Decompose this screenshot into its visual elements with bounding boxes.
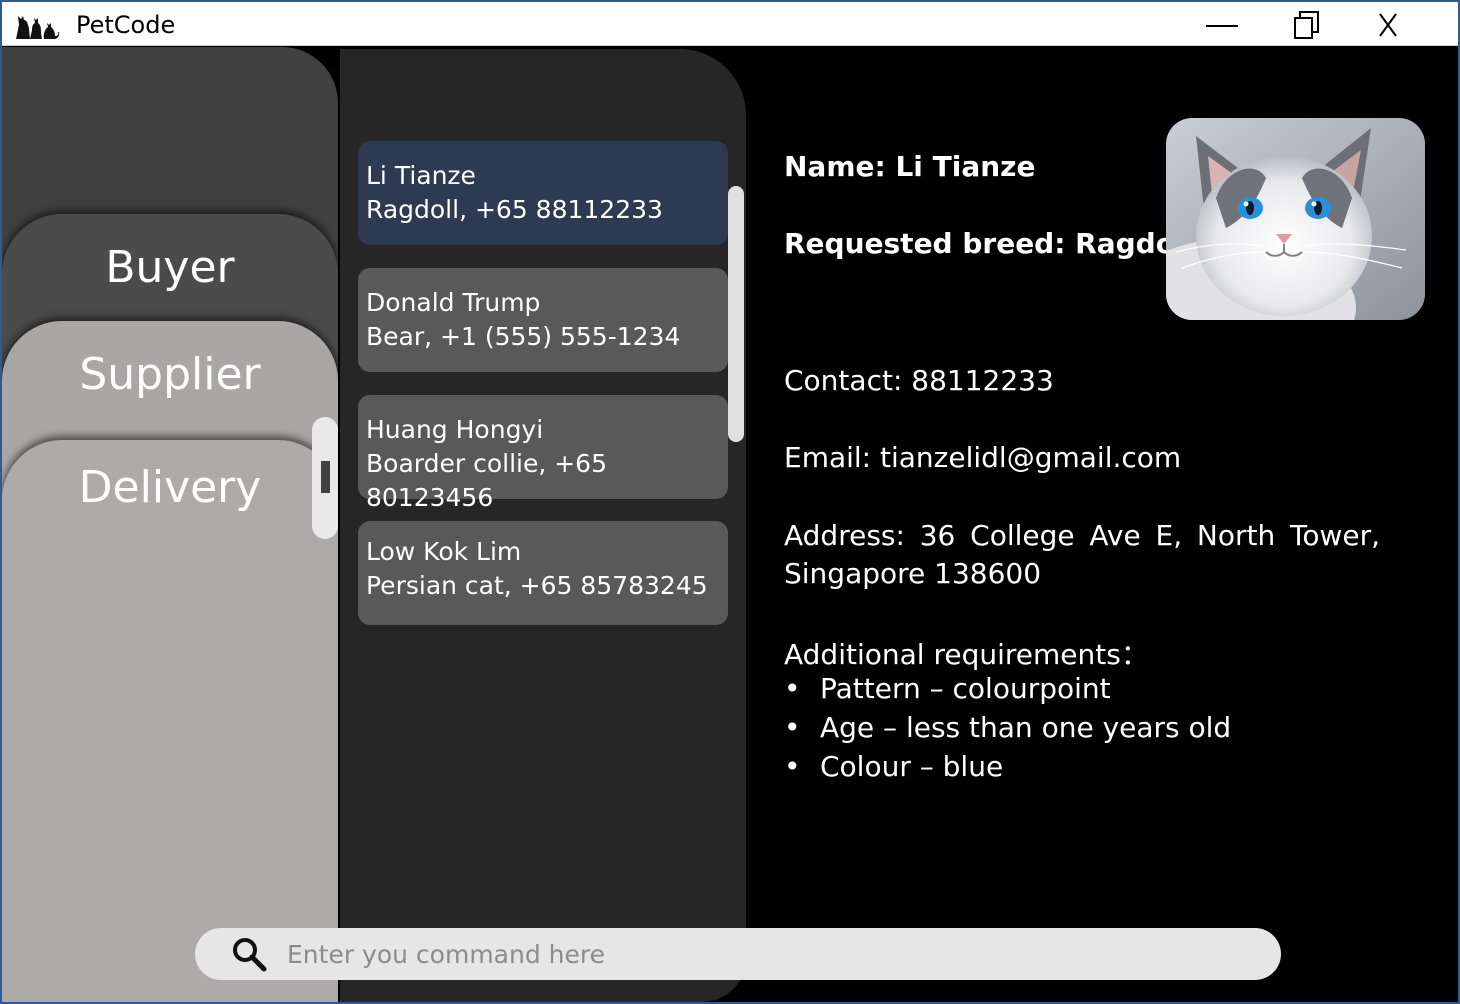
detail-breed: Requested breed: Ragdoll [784,227,1195,260]
list-item[interactable]: Li Tianze Ragdoll, +65 88112233 [358,141,728,245]
pet-logo-icon [16,16,60,39]
list-panel: Li Tianze Ragdoll, +65 88112233 Donald T… [340,49,746,1002]
close-button[interactable] [1358,6,1418,42]
close-icon [1379,13,1397,37]
title-bar: PetCode [2,2,1458,46]
restore-icon [1294,11,1319,39]
tab-delivery[interactable]: Delivery [2,440,338,1002]
list-item-detail: Ragdoll, +65 88112233 [366,195,663,224]
list-item-detail: Persian cat, +65 85783245 [366,571,708,600]
list-item-detail: Bear, +1 (555) 555-1234 [366,322,681,351]
detail-email: Email: tianzelidl@gmail.com [784,441,1182,474]
list-item-name: Li Tianze [366,161,476,190]
app-title: PetCode [76,11,176,39]
sidebar-scrollbar-thumb[interactable] [321,461,330,493]
list-item-name: Huang Hongyi [366,415,544,444]
minimize-button[interactable] [1190,6,1250,42]
command-input[interactable] [287,934,1247,974]
requirements-list: Pattern – colourpoint Age – less than on… [784,669,1404,786]
search-icon [233,938,267,972]
list-item-name: Donald Trump [366,288,541,317]
detail-name: Name: Li Tianze [784,150,1036,183]
main-content: Buyer Supplier Delivery Li Tianze Ragdol… [2,47,1458,1002]
tab-delivery-label: Delivery [78,462,262,513]
list-item-name: Low Kok Lim [366,537,522,566]
pet-photo [1166,118,1425,320]
maximize-button[interactable] [1276,6,1336,42]
detail-contact: Contact: 88112233 [784,364,1054,397]
requirement-item: Colour – blue [784,747,1404,786]
ragdoll-cat-image [1166,118,1425,320]
minimize-icon [1206,25,1238,27]
list-item-detail: Boarder collie, +65 80123456 [366,449,607,512]
requirement-item: Age – less than one years old [784,708,1404,747]
requirement-item: Pattern – colourpoint [784,669,1404,708]
sidebar-scrollbar[interactable] [312,417,338,539]
list-item[interactable]: Low Kok Lim Persian cat, +65 85783245 [358,521,728,625]
list-scrollbar[interactable] [728,186,744,442]
list-item[interactable]: Donald Trump Bear, +1 (555) 555-1234 [358,268,728,372]
list-item[interactable]: Huang Hongyi Boarder collie, +65 8012345… [358,395,728,512]
detail-requirements-label: Additional requirements： [784,638,1149,671]
detail-address: Address: 36 College Ave E, North Tower, … [784,519,1380,590]
app-window: PetCode Buyer Supplier Delivery Li Tianz… [0,0,1460,1004]
command-bar [195,928,1281,980]
